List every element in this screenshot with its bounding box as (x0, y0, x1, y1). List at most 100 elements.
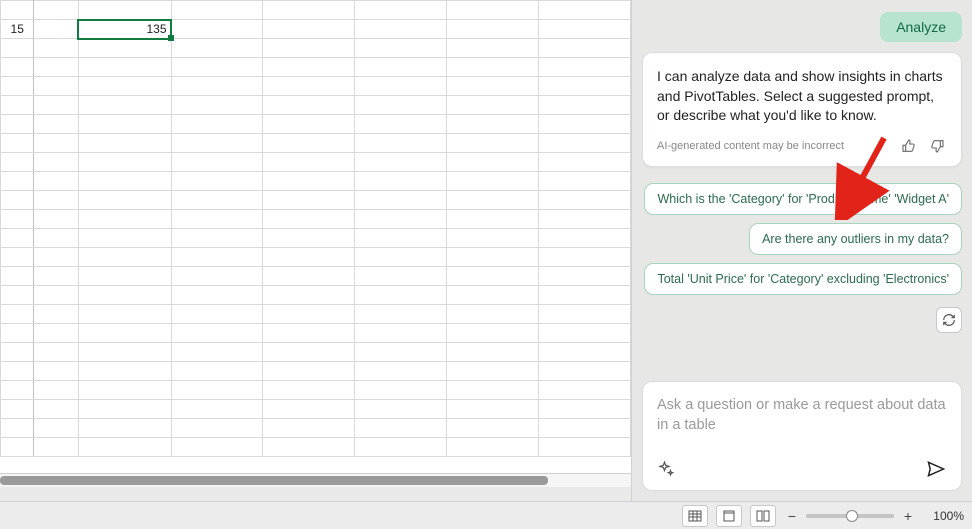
cell[interactable] (171, 324, 263, 343)
row-header[interactable] (1, 77, 34, 96)
row-header[interactable] (1, 400, 34, 419)
cell[interactable] (78, 77, 171, 96)
row-header[interactable] (1, 229, 34, 248)
cell[interactable] (171, 438, 263, 457)
cell[interactable] (447, 267, 539, 286)
zoom-in-button[interactable]: + (900, 508, 916, 524)
cell[interactable] (171, 58, 263, 77)
cell[interactable] (447, 39, 539, 58)
row-header[interactable] (1, 286, 34, 305)
row-header[interactable] (1, 172, 34, 191)
cell[interactable] (539, 343, 631, 362)
cell[interactable] (171, 96, 263, 115)
cell[interactable] (34, 267, 78, 286)
cell[interactable] (171, 381, 263, 400)
cell[interactable] (539, 39, 631, 58)
refresh-suggestions-button[interactable] (936, 307, 962, 333)
cell[interactable] (171, 343, 263, 362)
cell[interactable] (34, 39, 78, 58)
cell[interactable] (539, 419, 631, 438)
cell[interactable] (539, 324, 631, 343)
cell[interactable] (34, 362, 78, 381)
cell[interactable] (355, 400, 447, 419)
cell[interactable] (171, 115, 263, 134)
cell[interactable] (171, 153, 263, 172)
cell[interactable] (263, 248, 355, 267)
cell[interactable] (171, 400, 263, 419)
cell[interactable] (355, 419, 447, 438)
cell[interactable] (355, 362, 447, 381)
cell[interactable] (355, 381, 447, 400)
cell[interactable] (447, 153, 539, 172)
cell[interactable] (78, 324, 171, 343)
thumbs-up-icon[interactable] (899, 136, 919, 156)
cell[interactable] (171, 191, 263, 210)
cell[interactable] (263, 324, 355, 343)
row-header[interactable] (1, 58, 34, 77)
cell[interactable] (78, 39, 171, 58)
cell[interactable] (355, 286, 447, 305)
cell[interactable] (263, 267, 355, 286)
row-header[interactable] (1, 153, 34, 172)
cell[interactable] (34, 134, 78, 153)
cell[interactable] (355, 1, 447, 20)
cell[interactable] (171, 362, 263, 381)
cell[interactable] (34, 172, 78, 191)
row-header[interactable] (1, 305, 34, 324)
cell[interactable] (34, 305, 78, 324)
cell[interactable] (447, 96, 539, 115)
cell[interactable] (171, 1, 263, 20)
cell[interactable] (447, 134, 539, 153)
cell[interactable] (447, 248, 539, 267)
view-page-break-button[interactable] (750, 505, 776, 527)
cell[interactable] (34, 58, 78, 77)
cell[interactable] (78, 191, 171, 210)
cell[interactable] (34, 20, 78, 39)
cell[interactable] (539, 381, 631, 400)
cell[interactable] (539, 1, 631, 20)
cell[interactable] (355, 191, 447, 210)
cell[interactable] (171, 248, 263, 267)
cell[interactable] (355, 343, 447, 362)
cell[interactable] (171, 77, 263, 96)
cell[interactable] (34, 96, 78, 115)
cell[interactable] (171, 39, 263, 58)
cell[interactable] (355, 305, 447, 324)
cell[interactable] (263, 96, 355, 115)
selected-cell[interactable]: 135 (78, 20, 171, 39)
cell[interactable] (263, 419, 355, 438)
cell[interactable] (447, 343, 539, 362)
cell[interactable] (78, 115, 171, 134)
cell[interactable] (171, 210, 263, 229)
cell[interactable] (263, 20, 355, 39)
cell[interactable] (78, 96, 171, 115)
cell[interactable] (263, 210, 355, 229)
cell[interactable] (355, 229, 447, 248)
view-normal-button[interactable] (682, 505, 708, 527)
cell[interactable] (447, 58, 539, 77)
cell[interactable] (447, 20, 539, 39)
cell[interactable] (34, 400, 78, 419)
cell[interactable] (539, 210, 631, 229)
cell[interactable] (34, 153, 78, 172)
row-header[interactable] (1, 419, 34, 438)
cell[interactable] (539, 20, 631, 39)
cell[interactable] (34, 324, 78, 343)
cell[interactable] (263, 39, 355, 58)
cell[interactable] (447, 115, 539, 134)
cell[interactable] (539, 191, 631, 210)
cell[interactable] (34, 248, 78, 267)
cell[interactable] (171, 134, 263, 153)
cell[interactable] (263, 438, 355, 457)
cell[interactable] (34, 1, 78, 20)
cell[interactable] (34, 419, 78, 438)
cell[interactable] (355, 134, 447, 153)
cell[interactable] (171, 286, 263, 305)
prompt-input[interactable]: Ask a question or make a request about d… (657, 396, 947, 444)
cell[interactable] (34, 115, 78, 134)
cell[interactable] (355, 324, 447, 343)
cell[interactable] (447, 400, 539, 419)
cell[interactable] (539, 96, 631, 115)
cell[interactable] (78, 248, 171, 267)
row-header[interactable] (1, 267, 34, 286)
